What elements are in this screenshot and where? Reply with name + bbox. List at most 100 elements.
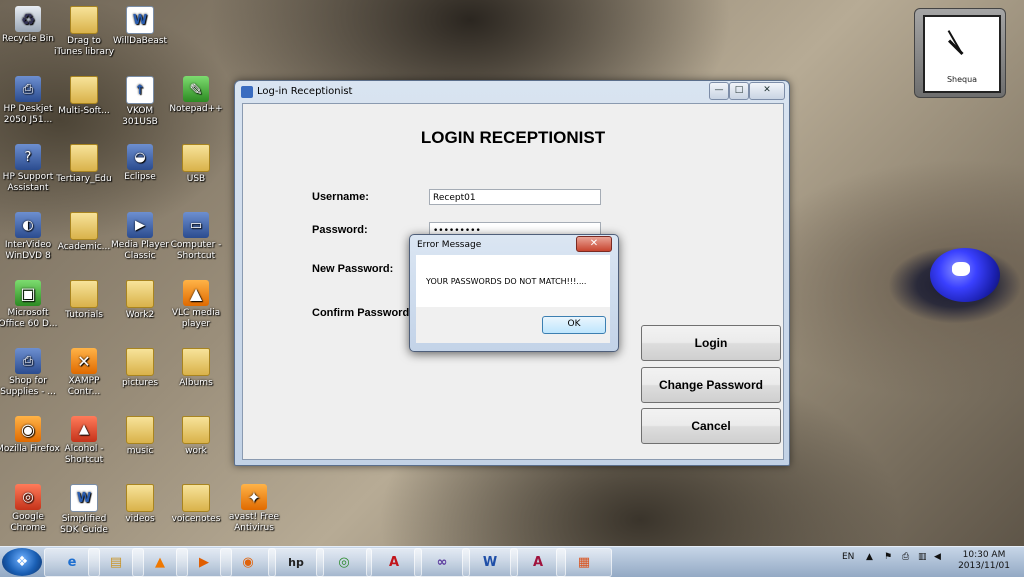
desktop-icon-videos[interactable]: videos xyxy=(108,484,172,525)
dialog-close-button[interactable]: ✕ xyxy=(576,236,612,252)
desktop-icon-chrome[interactable]: ◎ Google Chrome xyxy=(0,484,60,534)
alcohol-icon: ▲ xyxy=(71,416,97,442)
folder-icon xyxy=(126,484,154,512)
folder-icon xyxy=(182,144,210,172)
ok-button[interactable]: OK xyxy=(542,316,606,334)
office-icon: ▣ xyxy=(15,280,41,306)
desktop-icon-label: avast! Free Antivirus xyxy=(228,512,280,533)
dialog-message: YOUR PASSWORDS DO NOT MATCH!!!.... xyxy=(426,277,587,286)
show-hidden-icons-icon[interactable]: ▲ xyxy=(866,552,873,562)
desktop-icon-hp-deskjet[interactable]: ⎙ HP Deskjet 2050 J51... xyxy=(0,76,60,126)
folder-icon xyxy=(182,416,210,444)
desktop-icon-work[interactable]: work xyxy=(164,416,228,457)
desktop-icon-notepadpp[interactable]: ✎ Notepad++ xyxy=(164,76,228,115)
error-message-dialog[interactable]: Error Message ✕ YOUR PASSWORDS DO NOT MA… xyxy=(409,234,619,352)
desktop-icon-label: Shop for Supplies - ... xyxy=(0,376,56,397)
desktop-icon-computer[interactable]: ▭ Computer - Shortcut xyxy=(164,212,228,262)
desktop-icon-tutorials[interactable]: Tutorials xyxy=(52,280,116,321)
window-title: Log-in Receptionist xyxy=(257,86,353,97)
desktop-icon-eclipse[interactable]: ◒ Eclipse xyxy=(108,144,172,183)
desktop-icon-usb[interactable]: USB xyxy=(164,144,228,185)
language-indicator[interactable]: EN xyxy=(842,552,854,562)
taskbar-clock[interactable]: 10:30 AM 2013/11/01 xyxy=(952,550,1016,572)
desktop-icon-hp-support[interactable]: ? HP Support Assistant xyxy=(0,144,60,194)
confirm-password-label: Confirm Password: xyxy=(312,307,413,319)
dialog-title: Error Message xyxy=(417,240,482,250)
desktop-icon-avast[interactable]: ✦ avast! Free Antivirus xyxy=(222,484,286,534)
folder-icon xyxy=(70,144,98,172)
desktop-icon-mpc[interactable]: ▶ Media Player Classic xyxy=(108,212,172,262)
new-password-label: New Password: xyxy=(312,263,394,275)
dialog-body: YOUR PASSWORDS DO NOT MATCH!!!.... xyxy=(416,255,610,307)
desktop-icon-label: videos xyxy=(125,514,155,524)
desktop-icon-itunes-folder[interactable]: Drag to iTunes library xyxy=(52,6,116,58)
start-button[interactable]: ❖ xyxy=(2,548,42,576)
folder-icon xyxy=(126,416,154,444)
change-password-button[interactable]: Change Password xyxy=(641,367,781,403)
printer-tray-icon[interactable]: ⎙ xyxy=(902,552,909,562)
folder-icon xyxy=(70,280,98,308)
network-icon[interactable]: ▥ xyxy=(918,552,927,562)
printer-icon: ⎙ xyxy=(15,348,41,374)
desktop-icon-shop-supplies[interactable]: ⎙ Shop for Supplies - ... xyxy=(0,348,60,398)
recycle-bin-icon: ♻ xyxy=(15,6,41,32)
desktop-icon-academic[interactable]: Academic... xyxy=(52,212,116,253)
desktop-icon-office[interactable]: ▣ Microsoft Office 60 D... xyxy=(0,280,60,330)
desktop-icon-music[interactable]: music xyxy=(108,416,172,457)
desktop-icon-alcohol[interactable]: ▲ Alcohol - Shortcut xyxy=(52,416,116,466)
username-field[interactable]: Recept01 xyxy=(429,189,601,205)
minimize-button[interactable]: — xyxy=(709,82,729,100)
window-app-icon xyxy=(241,86,253,98)
volume-icon[interactable]: ◀ xyxy=(934,552,941,562)
desktop-icon-willdabeast[interactable]: W WillDaBeast xyxy=(108,6,172,47)
flag-icon[interactable]: ⚑ xyxy=(884,552,892,562)
desktop-icon-label: music xyxy=(126,446,154,456)
folder-icon xyxy=(182,348,210,376)
cancel-button[interactable]: Cancel xyxy=(641,408,781,444)
taskbar-chrome[interactable]: ◎ xyxy=(316,548,372,577)
password-label: Password: xyxy=(312,224,368,236)
notepad-icon: ✎ xyxy=(183,76,209,102)
desktop-icon-vkom[interactable]: ↑ VKOM 301USB xyxy=(108,76,172,128)
desktop-icon-label: pictures xyxy=(121,378,159,388)
firefox-icon: ◉ xyxy=(15,416,41,442)
taskbar-windows-forms-app[interactable]: ▦ xyxy=(556,548,612,577)
desktop-icon-label: voicenotes xyxy=(171,514,221,524)
page-title: LOGIN RECEPTIONIST xyxy=(420,128,606,147)
chrome-icon: ◎ xyxy=(15,484,41,510)
desktop-icon-voicenotes[interactable]: voicenotes xyxy=(164,484,228,525)
close-button[interactable]: ✕ xyxy=(749,82,785,100)
desktop-icon-vlc[interactable]: ▲ VLC media player xyxy=(164,280,228,330)
desktop-icon-sdk-guide[interactable]: W Simplified SDK Guide xyxy=(52,484,116,536)
desktop-icon-label: Simplified SDK Guide xyxy=(60,514,108,535)
desktop-icon-label: Multi-Soft... xyxy=(58,106,110,116)
desktop-icon-label: Microsoft Office 60 D... xyxy=(0,308,58,329)
desktop-icon-pictures[interactable]: pictures xyxy=(108,348,172,389)
media-player-icon: ▶ xyxy=(127,212,153,238)
desktop-icon-xampp[interactable]: ✕ XAMPP Contr... xyxy=(52,348,116,398)
desktop-icon-tertiary[interactable]: Tertiary_Edu xyxy=(52,144,116,185)
desktop-icon-label: XAMPP Contr... xyxy=(67,376,101,397)
printer-icon: ⎙ xyxy=(15,76,41,102)
dialog-footer: OK xyxy=(416,307,610,343)
desktop-icon-work2[interactable]: Work2 xyxy=(108,280,172,321)
desktop-icon-firefox[interactable]: ◉ Mozilla Firefox xyxy=(0,416,60,455)
taskbar: ❖ e ▤ ▲ ▶ ◉ hp ◎ A ∞ W A ▦ EN ▲ ⚑ ⎙ ▥ ◀ … xyxy=(0,546,1024,577)
app-icon: ↑ xyxy=(126,76,154,104)
clock-label: Shequa xyxy=(946,75,978,84)
desktop-icon-albums[interactable]: Albums xyxy=(164,348,228,389)
desktop-icon-label: Computer - Shortcut xyxy=(170,240,222,261)
login-button[interactable]: Login xyxy=(641,325,781,361)
desktop-icon-label: VLC media player xyxy=(171,308,221,329)
desktop-icon-windvd[interactable]: ◐ InterVideo WinDVD 8 xyxy=(0,212,60,262)
folder-icon xyxy=(126,348,154,376)
desktop-icon-label: Tertiary_Edu xyxy=(56,174,112,184)
maximize-button[interactable]: □ xyxy=(729,82,749,100)
desktop-icon-label: Academic... xyxy=(57,242,111,252)
clock-gadget[interactable]: Shequa xyxy=(914,8,1006,98)
folder-icon xyxy=(182,484,210,512)
desktop-icon-label: work xyxy=(185,446,207,456)
desktop-icon-recycle-bin[interactable]: ♻ Recycle Bin xyxy=(0,6,60,45)
desktop-icon-multisoft[interactable]: Multi-Soft... xyxy=(52,76,116,117)
folder-icon xyxy=(70,212,98,240)
